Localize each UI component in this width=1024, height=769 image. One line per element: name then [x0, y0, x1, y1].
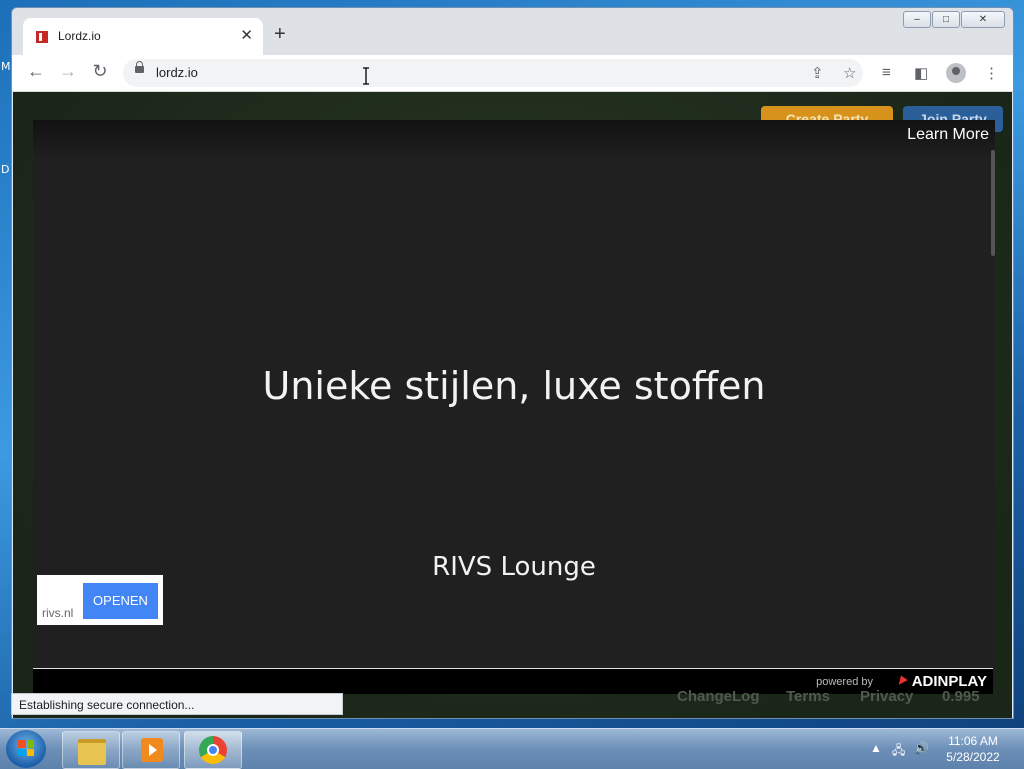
ad-attribution-bar: powered by ⯈ ADINPLAY [33, 668, 993, 694]
ad-cta-card[interactable]: rivs.nl OPENEN [37, 575, 163, 625]
system-clock[interactable]: 11:06 AM 5/28/2022 [938, 733, 1008, 765]
side-panel-icon[interactable]: ◧ [914, 64, 928, 82]
desktop-icon-label: D [1, 163, 10, 176]
folder-icon [78, 739, 106, 765]
volume-icon[interactable]: 🔊 [914, 741, 929, 755]
version-label: 0.995 [942, 688, 980, 705]
clock-date: 5/28/2022 [946, 750, 1000, 764]
text-cursor-icon [363, 67, 369, 85]
show-hidden-icons-icon[interactable]: ▲ [870, 741, 882, 755]
reading-list-icon[interactable]: ≡ [882, 64, 891, 81]
ad-brand: RIVS Lounge [432, 552, 596, 582]
lordz-favicon-icon [36, 31, 48, 43]
page-content: Create Party Join Party Learn More Uniek… [13, 92, 1012, 718]
terms-link[interactable]: Terms [786, 688, 830, 705]
taskbar: ▲ 🖧 🔊 11:06 AM 5/28/2022 [0, 728, 1024, 769]
taskbar-media-player[interactable] [122, 731, 180, 769]
menu-kebab-icon[interactable]: ⋮ [984, 64, 999, 82]
powered-by-label: powered by [816, 676, 873, 688]
ad-headline: Unieke stijlen, luxe stoffen [262, 364, 766, 408]
address-bar[interactable]: lordz.io ⇪ ☆ [123, 59, 863, 87]
ad-scrollbar[interactable] [991, 150, 995, 256]
taskbar-file-explorer[interactable] [62, 731, 120, 769]
windows-logo-icon [18, 740, 34, 756]
url-text[interactable]: lordz.io [156, 65, 198, 80]
network-icon[interactable]: 🖧 [892, 741, 905, 762]
browser-toolbar: ← → ↻ lordz.io ⇪ ☆ ≡ ◧ ⋮ [12, 55, 1013, 92]
lock-icon[interactable] [135, 61, 144, 73]
chrome-icon [199, 736, 227, 764]
changelog-link[interactable]: ChangeLog [677, 688, 760, 705]
taskbar-chrome[interactable] [184, 731, 242, 769]
window-controls: – □ ✕ [903, 11, 1005, 28]
maximize-button[interactable]: □ [932, 11, 960, 28]
tab-strip: Lordz.io ✕ + – □ ✕ [12, 8, 1013, 55]
media-player-icon [141, 738, 163, 762]
status-bubble: Establishing secure connection... [11, 693, 343, 715]
bookmark-star-icon[interactable]: ☆ [843, 64, 856, 82]
tab-lordz[interactable]: Lordz.io ✕ [23, 18, 263, 55]
tab-close-icon[interactable]: ✕ [240, 26, 253, 44]
close-window-button[interactable]: ✕ [961, 11, 1005, 28]
profile-avatar-icon[interactable] [946, 63, 966, 83]
forward-button[interactable]: → [56, 61, 80, 82]
ad-domain: rivs.nl [42, 606, 74, 620]
reload-button[interactable]: ↻ [88, 61, 112, 82]
back-button[interactable]: ← [24, 61, 48, 82]
new-tab-button[interactable]: + [274, 24, 286, 44]
ad-header [33, 120, 995, 160]
minimize-button[interactable]: – [903, 11, 931, 28]
tab-title: Lordz.io [58, 29, 101, 43]
ad-open-button[interactable]: OPENEN [83, 583, 158, 619]
start-button[interactable] [6, 730, 46, 768]
privacy-link[interactable]: Privacy [860, 688, 913, 705]
desktop-icon-label: M [1, 60, 11, 73]
learn-more-link[interactable]: Learn More [907, 126, 989, 144]
share-icon[interactable]: ⇪ [811, 64, 824, 82]
browser-window: Lordz.io ✕ + – □ ✕ ← → ↻ lordz.io ⇪ ☆ ≡ … [11, 7, 1014, 719]
video-ad[interactable]: Learn More Unieke stijlen, luxe stoffen … [33, 120, 995, 687]
clock-time: 11:06 AM [948, 734, 998, 748]
